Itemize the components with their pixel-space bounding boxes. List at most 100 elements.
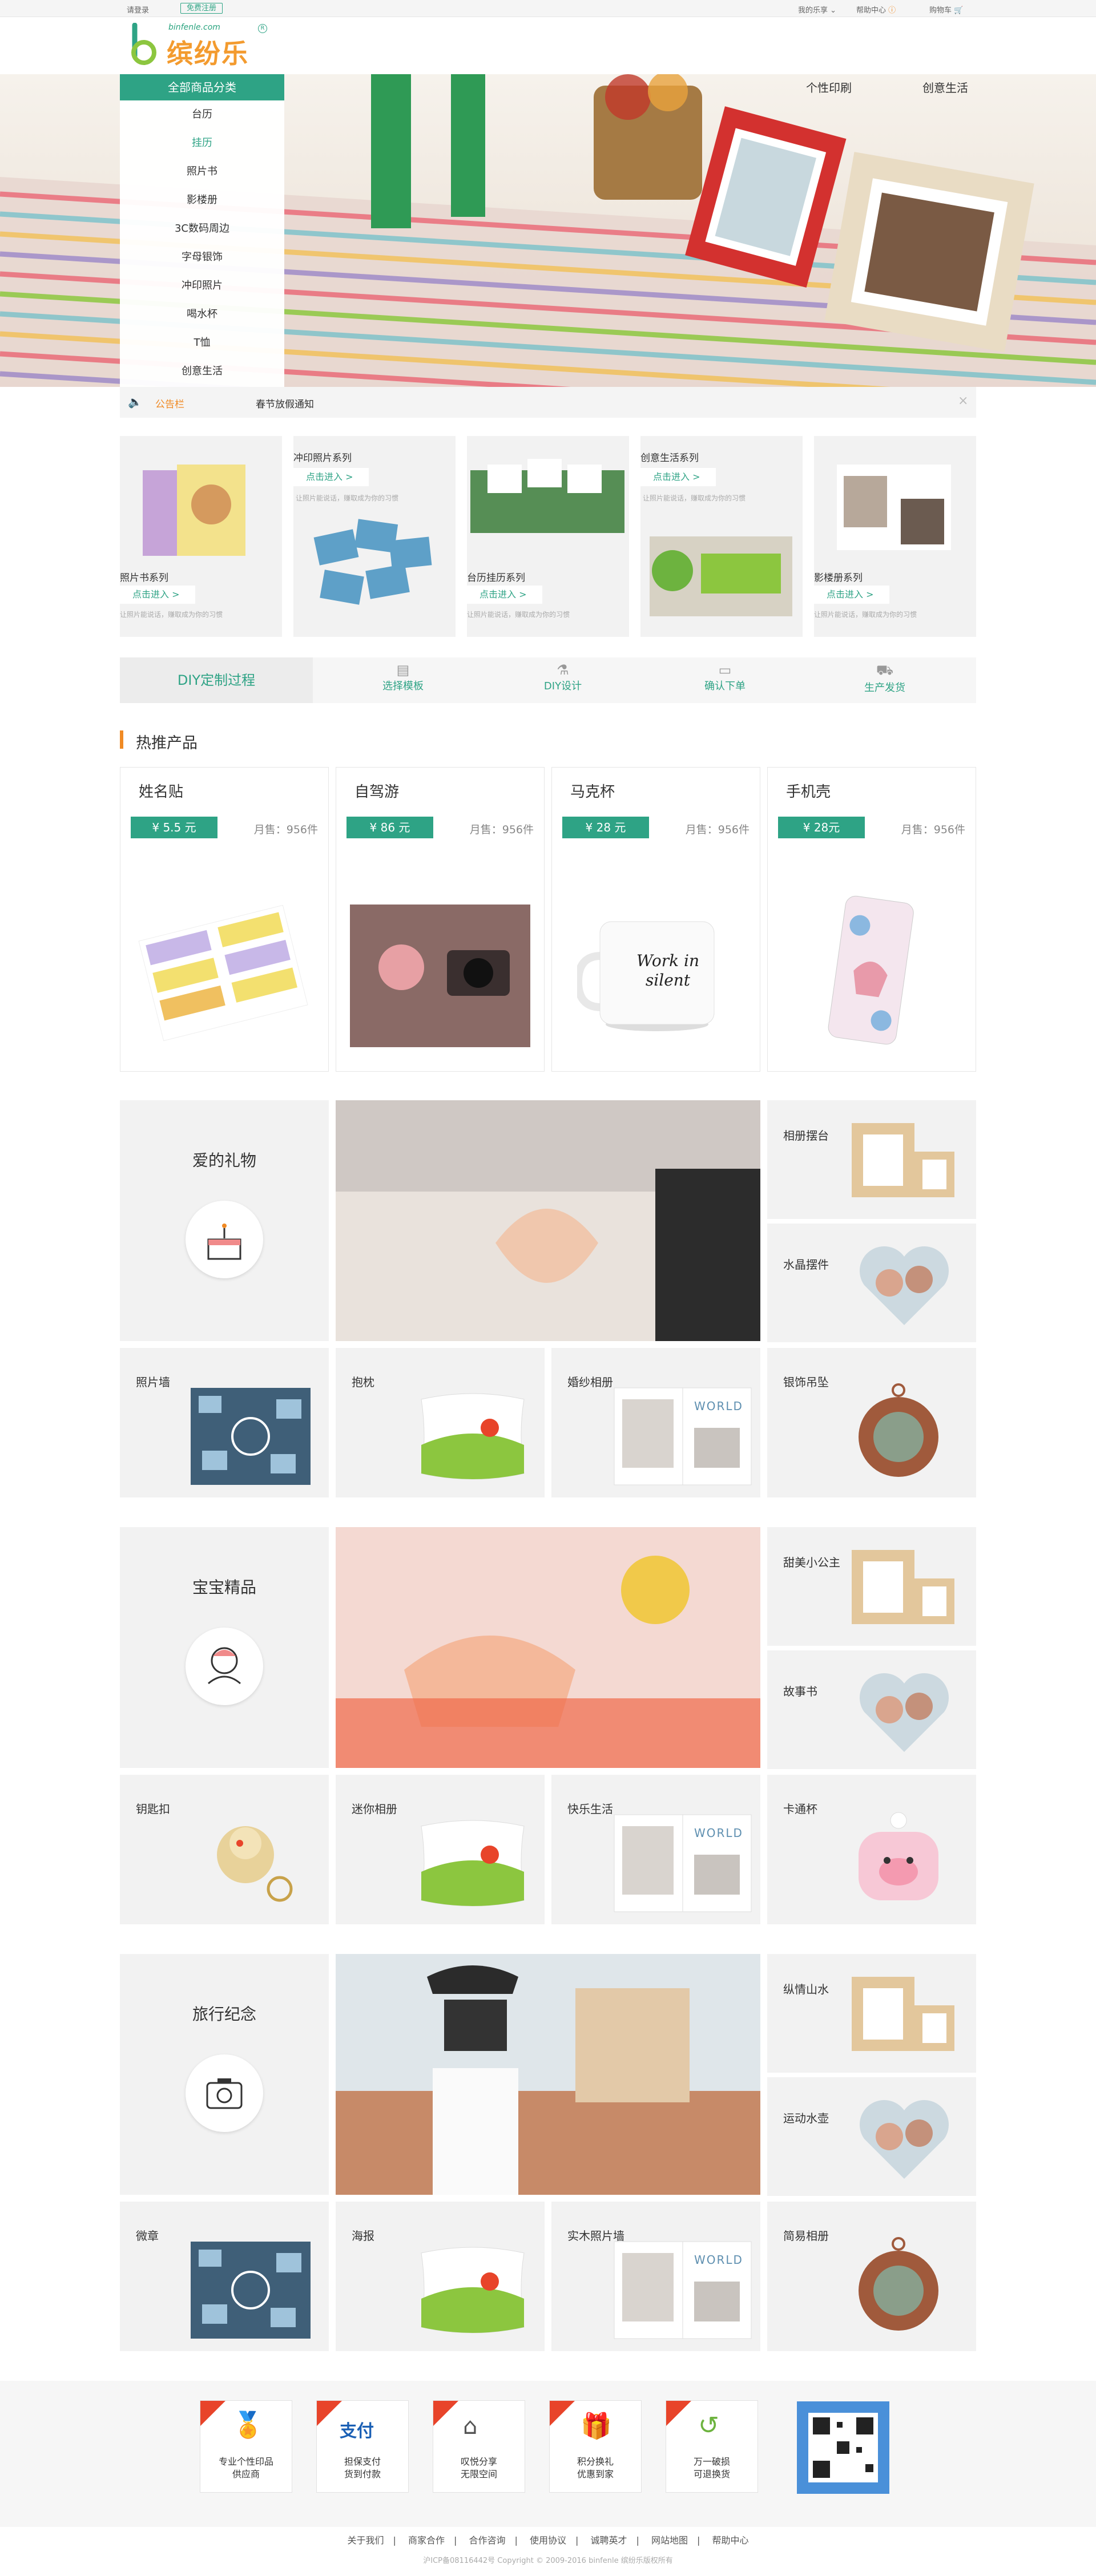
- nav-item-life[interactable]: 创意生活: [922, 79, 968, 95]
- series-image: [837, 465, 951, 550]
- product-badge[interactable]: 微章: [120, 2202, 329, 2351]
- product-crystal[interactable]: 水晶摆件: [767, 1224, 976, 1342]
- section-title: 宝宝精品: [192, 1578, 256, 1597]
- my-account-link[interactable]: 我的乐享 ⌄: [798, 4, 836, 15]
- hot-card-mug[interactable]: 马克杯 ¥ 28 元 月售：956件 Work in silent: [551, 767, 760, 1072]
- menu-item-desk-calendar[interactable]: 台历: [120, 100, 284, 129]
- product-wedding-album[interactable]: 婚纱相册 WORLD: [551, 1348, 760, 1497]
- series-card-calendar[interactable]: 台历挂历系列 点击进入 > 让照片能说话，赚取成为你的习惯: [467, 436, 629, 637]
- series-enter-button[interactable]: 点击进入 >: [467, 586, 542, 604]
- section-banner-travel[interactable]: [336, 1954, 760, 2195]
- logo-text[interactable]: 缤纷乐: [167, 33, 249, 71]
- section-banner-wedding[interactable]: [336, 1100, 760, 1341]
- baby-icon: [186, 1628, 263, 1705]
- menu-item-photo-book[interactable]: 照片书: [120, 158, 284, 186]
- footer-link-jobs[interactable]: 诚聘英才: [590, 2535, 627, 2546]
- product-poster[interactable]: 海报: [336, 2202, 545, 2351]
- hot-card-phone-case[interactable]: 手机壳 ¥ 28元 月售：956件: [767, 767, 976, 1072]
- register-link[interactable]: 免费注册: [180, 3, 223, 14]
- diy-step-design[interactable]: ⚗ DIY设计: [506, 657, 620, 703]
- product-simple-album[interactable]: 简易相册: [767, 2202, 976, 2351]
- section-banner-baby[interactable]: [336, 1527, 760, 1768]
- menu-item-cups[interactable]: 喝水杯: [120, 300, 284, 329]
- product-cartoon-cup[interactable]: 卡通杯: [767, 1775, 976, 1924]
- footer-link-about[interactable]: 关于我们: [347, 2535, 384, 2546]
- diy-step-delivery[interactable]: ⛟ 生产发货: [828, 657, 942, 703]
- product-landscape[interactable]: 纵情山水: [767, 1954, 976, 2073]
- product-happy-life[interactable]: 快乐生活 WORLD: [551, 1775, 760, 1924]
- footer-link-business[interactable]: 商家合作: [408, 2535, 445, 2546]
- product-photo-wall[interactable]: 照片墙: [120, 1348, 329, 1497]
- camera-icon: [186, 2054, 263, 2132]
- menu-item-creative[interactable]: 创意生活: [120, 357, 284, 386]
- series-card-studio[interactable]: 影楼册系列 点击进入 > 让照片能说话，赚取成为你的习惯: [814, 436, 976, 637]
- product-image: [138, 905, 308, 1041]
- footer-link-terms[interactable]: 使用协议: [530, 2535, 566, 2546]
- product-image: [852, 1123, 954, 1197]
- hot-card-name-sticker[interactable]: 姓名贴 ¥ 5.5 元 月售：956件: [120, 767, 329, 1072]
- series-enter-button[interactable]: 点击进入 >: [120, 586, 195, 604]
- product-album-stand[interactable]: 相册摆台: [767, 1100, 976, 1219]
- product-silver-pendant[interactable]: 银饰吊坠: [767, 1348, 976, 1497]
- monitor-icon: ▭: [718, 662, 732, 678]
- series-card-creative[interactable]: 创意生活系列 点击进入 > 让照片能说话，赚取成为你的习惯: [640, 436, 803, 637]
- copyright: 沪ICP备08116442号 Copyright © 2009-2016 bin…: [423, 2557, 673, 2565]
- footer-link-help[interactable]: 帮助中心: [712, 2535, 748, 2546]
- nav-item-print[interactable]: 个性印刷: [806, 79, 852, 95]
- product-image: [421, 2247, 525, 2333]
- series-enter-button[interactable]: 点击进入 >: [814, 586, 889, 604]
- section-title: 旅行纪念: [192, 2005, 256, 2024]
- series-desc: 让照片能说话，赚取成为你的习惯: [120, 611, 223, 619]
- footer-link-consult[interactable]: 合作咨询: [469, 2535, 505, 2546]
- footer-link-sitemap[interactable]: 网站地图: [651, 2535, 688, 2546]
- product-wood-photo-wall[interactable]: 实木照片墙 WORLD: [551, 2202, 760, 2351]
- category-menu-title[interactable]: 全部商品分类: [120, 74, 284, 100]
- gift-icon: 🎁: [581, 2412, 612, 2441]
- product-pillow[interactable]: 抱枕: [336, 1348, 545, 1497]
- login-link[interactable]: 请登录: [127, 4, 149, 15]
- logo-icon[interactable]: [127, 23, 161, 67]
- menu-item-wall-calendar[interactable]: 挂历: [120, 129, 284, 158]
- menu-item-tshirt[interactable]: T恤: [120, 329, 284, 357]
- diy-step-order[interactable]: ▭ 确认下单: [668, 657, 782, 703]
- qr-code-image[interactable]: [797, 2401, 889, 2494]
- help-center-link[interactable]: 帮助中心 ⓘ: [856, 4, 896, 15]
- series-enter-button[interactable]: 点击进入 >: [293, 468, 369, 486]
- banner-image: [336, 1100, 760, 1341]
- product-water-bottle[interactable]: 运动水壶: [767, 2077, 976, 2196]
- product-image: [859, 1673, 949, 1752]
- menu-item-prints[interactable]: 冲印照片: [120, 272, 284, 300]
- menu-item-silver[interactable]: 字母银饰: [120, 243, 284, 272]
- section-love-gifts[interactable]: 爱的礼物: [120, 1100, 329, 1341]
- product-image: [859, 1383, 938, 1477]
- section-travel[interactable]: 旅行纪念: [120, 1954, 329, 2195]
- product-sales: 月售：956件: [685, 823, 750, 836]
- chevron-down-icon: ⌄: [830, 6, 837, 15]
- product-image: [191, 2242, 311, 2339]
- close-icon[interactable]: ×: [958, 394, 968, 408]
- product-storybook[interactable]: 故事书: [767, 1650, 976, 1769]
- product-princess[interactable]: 甜美小公主: [767, 1527, 976, 1646]
- design-icon: ⚗: [557, 662, 569, 678]
- series-name: 冲印照片系列: [293, 453, 352, 464]
- product-keychain[interactable]: 钥匙扣: [120, 1775, 329, 1924]
- product-image: [217, 1826, 293, 1902]
- hot-card-road-trip[interactable]: 自驾游 ¥ 86 元 月售：956件: [336, 767, 545, 1072]
- menu-item-studio-album[interactable]: 影楼册: [120, 186, 284, 215]
- series-card-prints[interactable]: 冲印照片系列 点击进入 > 让照片能说话，赚取成为你的习惯: [293, 436, 456, 637]
- series-card-photobook[interactable]: 照片书系列 点击进入 > 让照片能说话，赚取成为你的习惯: [120, 436, 282, 637]
- alipay-icon: 支付: [340, 2421, 374, 2441]
- badge-share: ⌂ 叹悦分享 无限空间: [433, 2400, 525, 2493]
- notice-text[interactable]: 春节放假通知: [256, 396, 314, 410]
- series-enter-button[interactable]: 点击进入 >: [640, 468, 716, 486]
- product-image: [859, 2099, 949, 2179]
- cart-link[interactable]: 购物车 🛒: [929, 4, 963, 15]
- series-name: 台历挂历系列: [467, 572, 525, 584]
- product-price: ¥ 28元: [778, 817, 865, 838]
- section-baby[interactable]: 宝宝精品: [120, 1527, 329, 1768]
- menu-item-3c[interactable]: 3C数码周边: [120, 215, 284, 243]
- mug-print-text: Work in silent: [636, 951, 699, 990]
- diy-step-template[interactable]: ▤ 选择模板: [346, 657, 460, 703]
- product-mini-album[interactable]: 迷你相册: [336, 1775, 545, 1924]
- product-image: [852, 1550, 954, 1624]
